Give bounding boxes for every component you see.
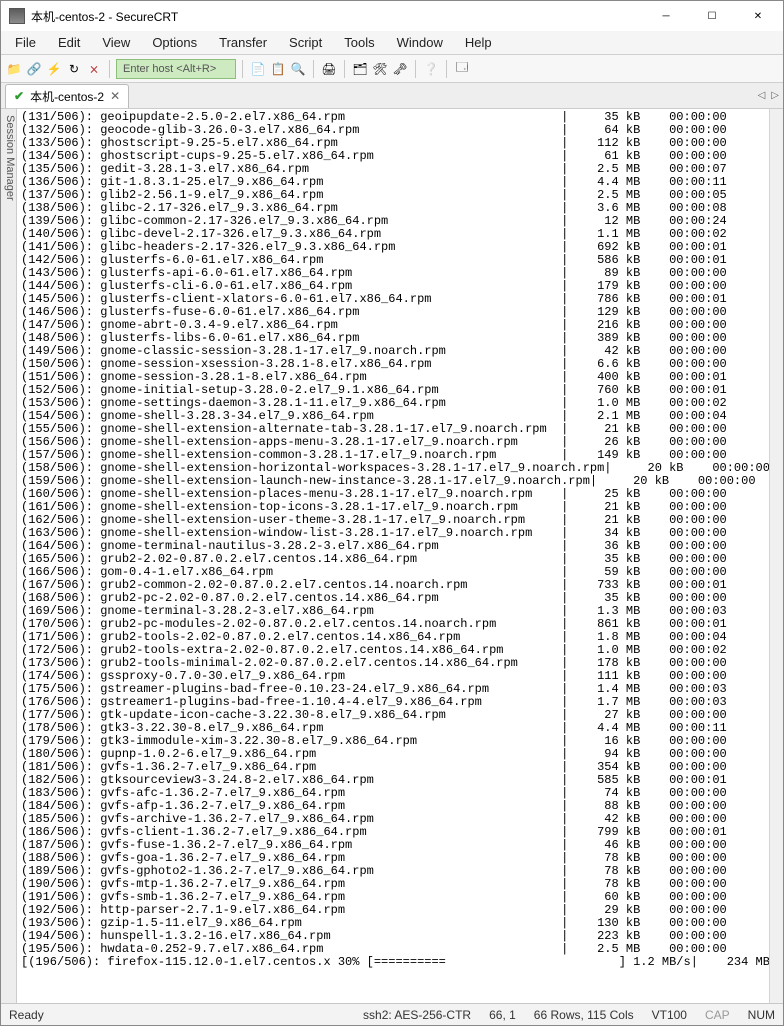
terminal-progress-line: [(196/506): firefox-115.12.0-1.el7.cento… bbox=[21, 956, 767, 969]
copy-icon[interactable]: 📄 bbox=[249, 60, 267, 78]
session-manager-panel[interactable]: Session Manager bbox=[1, 109, 17, 1003]
menu-edit[interactable]: Edit bbox=[48, 32, 90, 53]
app-icon bbox=[9, 8, 25, 24]
separator bbox=[242, 60, 243, 78]
separator bbox=[415, 60, 416, 78]
menu-options[interactable]: Options bbox=[142, 32, 207, 53]
close-button[interactable]: ✕ bbox=[735, 1, 781, 31]
separator bbox=[313, 60, 314, 78]
status-num: NUM bbox=[748, 1008, 775, 1022]
session-manager-icon[interactable]: 📁 bbox=[5, 60, 23, 78]
reconnect-icon[interactable]: ↻ bbox=[65, 60, 83, 78]
options-icon[interactable]: 🛠 bbox=[371, 60, 389, 78]
tab-right-icon[interactable]: ▷ bbox=[771, 90, 779, 101]
menu-file[interactable]: File bbox=[5, 32, 46, 53]
window-title: 本机-centos-2 - SecureCRT bbox=[31, 8, 643, 25]
session-tab-label: 本机-centos-2 bbox=[30, 88, 104, 105]
tab-close-icon[interactable]: ✕ bbox=[110, 89, 120, 103]
menu-help[interactable]: Help bbox=[455, 32, 502, 53]
terminal-output[interactable]: (131/506): geoipupdate-2.5.0-2.el7.x86_6… bbox=[17, 109, 769, 1003]
menu-view[interactable]: View bbox=[92, 32, 140, 53]
disconnect-icon[interactable]: ⨯ bbox=[85, 60, 103, 78]
titlebar: 本机-centos-2 - SecureCRT ─ ☐ ✕ bbox=[1, 1, 783, 31]
menubar: File Edit View Options Transfer Script T… bbox=[1, 31, 783, 55]
connect-icon[interactable]: 🔗 bbox=[25, 60, 43, 78]
status-caps: CAP bbox=[705, 1008, 730, 1022]
workspace: Session Manager (131/506): geoipupdate-2… bbox=[1, 109, 783, 1003]
print-icon[interactable]: 🖨 bbox=[320, 60, 338, 78]
quick-connect-icon[interactable]: ⚡ bbox=[45, 60, 63, 78]
connected-icon: ✔ bbox=[14, 89, 24, 103]
maximize-button[interactable]: ☐ bbox=[689, 1, 735, 31]
host-input-placeholder: Enter host <Alt+R> bbox=[123, 63, 216, 75]
toggle-icon[interactable]: 🗔 bbox=[453, 60, 471, 78]
status-ready: Ready bbox=[9, 1008, 44, 1022]
help-icon[interactable]: ❔ bbox=[422, 60, 440, 78]
scrollbar[interactable] bbox=[769, 109, 783, 1003]
tab-left-icon[interactable]: ◁ bbox=[758, 90, 766, 101]
session-tab[interactable]: ✔ 本机-centos-2 ✕ bbox=[5, 84, 129, 108]
statusbar: Ready ssh2: AES-256-CTR 66, 1 66 Rows, 1… bbox=[1, 1003, 783, 1025]
separator bbox=[446, 60, 447, 78]
toolbar: 📁 🔗 ⚡ ↻ ⨯ Enter host <Alt+R> 📄 📋 🔍 🖨 🗂 🛠… bbox=[1, 55, 783, 83]
status-cipher: ssh2: AES-256-CTR bbox=[363, 1008, 471, 1022]
menu-transfer[interactable]: Transfer bbox=[209, 32, 277, 53]
separator bbox=[344, 60, 345, 78]
status-cursor: 66, 1 bbox=[489, 1008, 516, 1022]
menu-tools[interactable]: Tools bbox=[334, 32, 384, 53]
paste-icon[interactable]: 📋 bbox=[269, 60, 287, 78]
menu-window[interactable]: Window bbox=[387, 32, 453, 53]
properties-icon[interactable]: 🗂 bbox=[351, 60, 369, 78]
separator bbox=[109, 60, 110, 78]
status-size: 66 Rows, 115 Cols bbox=[534, 1008, 634, 1022]
key-icon[interactable]: 🗝 bbox=[391, 60, 409, 78]
tabbar: ✔ 本机-centos-2 ✕ ◁ ▷ bbox=[1, 83, 783, 109]
session-manager-label: Session Manager bbox=[4, 115, 16, 201]
minimize-button[interactable]: ─ bbox=[643, 1, 689, 31]
find-icon[interactable]: 🔍 bbox=[289, 60, 307, 78]
host-input[interactable]: Enter host <Alt+R> bbox=[116, 59, 236, 79]
menu-script[interactable]: Script bbox=[279, 32, 332, 53]
status-term: VT100 bbox=[652, 1008, 687, 1022]
